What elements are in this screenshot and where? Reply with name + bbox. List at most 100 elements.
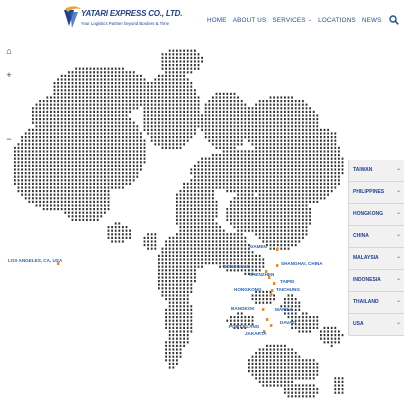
map-dot bbox=[107, 190, 110, 193]
map-dot bbox=[284, 110, 286, 113]
map-dot bbox=[172, 71, 175, 74]
location-marker[interactable] bbox=[270, 324, 273, 327]
map-dot bbox=[154, 139, 157, 142]
map-dot bbox=[305, 164, 308, 167]
map-dot bbox=[330, 344, 333, 347]
map-dot bbox=[39, 204, 41, 207]
map-home-icon[interactable]: ⌂ bbox=[4, 46, 14, 56]
map-dot bbox=[251, 161, 254, 164]
map-dot bbox=[114, 107, 117, 110]
map-dot bbox=[269, 208, 272, 211]
map-dot bbox=[226, 157, 229, 160]
map-dot bbox=[222, 179, 225, 182]
map-dot bbox=[60, 92, 63, 95]
country-item-taiwan[interactable]: TAIWAN ⌄ bbox=[349, 160, 404, 182]
map-dot bbox=[226, 182, 229, 185]
map-dot bbox=[262, 258, 265, 261]
city-label-shanghai[interactable]: SHANGHAI, CHINA bbox=[281, 261, 323, 266]
city-label-taichung[interactable]: TAICHUNG bbox=[276, 287, 300, 292]
map-dot bbox=[129, 128, 131, 131]
nav-locations[interactable]: LOCATIONS bbox=[318, 17, 356, 24]
location-marker[interactable] bbox=[276, 264, 279, 267]
map-dot bbox=[100, 82, 103, 85]
zoom-in-button[interactable]: + bbox=[4, 70, 14, 80]
nav-about-us[interactable]: ABOUT US bbox=[233, 17, 267, 24]
map-dot bbox=[35, 121, 38, 124]
nav-services[interactable]: SERVICES ⌄ bbox=[272, 17, 312, 24]
map-dot bbox=[57, 179, 59, 182]
country-item-usa[interactable]: USA ⌄ bbox=[349, 314, 404, 336]
company-logo[interactable]: YATARI EXPRESS CO., LTD. Your Logistics … bbox=[62, 6, 182, 32]
map-dot bbox=[129, 164, 131, 167]
map-dot bbox=[78, 193, 81, 196]
city-label-manila[interactable]: MANILA bbox=[275, 307, 293, 312]
country-item-philippines[interactable]: PHILIPPINES ⌄ bbox=[349, 182, 404, 204]
location-marker[interactable] bbox=[273, 282, 276, 285]
location-marker[interactable] bbox=[266, 318, 269, 321]
nav-news[interactable]: NEWS bbox=[362, 17, 382, 24]
location-marker[interactable] bbox=[262, 308, 265, 311]
map-dot bbox=[219, 125, 221, 128]
map-dot bbox=[204, 211, 207, 214]
map-dot bbox=[168, 78, 171, 81]
map-dot bbox=[50, 114, 52, 117]
map-dot bbox=[219, 226, 221, 229]
map-dot bbox=[287, 182, 290, 185]
map-dot bbox=[172, 258, 175, 261]
map-dot bbox=[53, 175, 56, 178]
map-dot bbox=[233, 121, 236, 124]
map-dot bbox=[327, 193, 329, 196]
map-dot bbox=[172, 240, 175, 243]
map-dot bbox=[305, 208, 308, 211]
map-dot bbox=[28, 172, 31, 175]
zoom-out-button[interactable]: − bbox=[4, 134, 14, 144]
map-dot bbox=[176, 272, 178, 275]
city-label-davao[interactable]: DAVAO bbox=[280, 320, 296, 325]
map-dot bbox=[179, 323, 182, 326]
map-dot bbox=[309, 316, 311, 319]
map-dot bbox=[258, 359, 261, 362]
map-dot bbox=[75, 215, 77, 218]
city-label-dongguan[interactable]: DONGGUAN bbox=[223, 264, 250, 269]
city-label-taipei[interactable]: TAIPEI bbox=[280, 279, 294, 284]
map-dot bbox=[78, 74, 81, 77]
city-label-hongkong[interactable]: HONGKONG bbox=[234, 287, 262, 292]
country-item-china[interactable]: CHINA ⌄ bbox=[349, 226, 404, 248]
map-dot bbox=[226, 154, 229, 157]
map-dot bbox=[161, 118, 164, 121]
city-label-port-klang[interactable]: PORT KLANG bbox=[229, 324, 259, 329]
country-item-malaysia[interactable]: MALAYSIA ⌄ bbox=[349, 248, 404, 270]
city-label-shenzhen[interactable]: SHENZHEN bbox=[249, 272, 274, 277]
map-dot bbox=[14, 182, 16, 185]
map-dot bbox=[104, 110, 106, 113]
country-item-thailand[interactable]: THAILAND ⌄ bbox=[349, 292, 404, 314]
search-icon[interactable] bbox=[388, 15, 399, 25]
map-dot bbox=[287, 366, 290, 369]
country-item-hongkong[interactable]: HONGKONG ⌄ bbox=[349, 204, 404, 226]
city-label-los-angeles[interactable]: LOS ANGELES, CA, USA bbox=[8, 258, 62, 263]
map-dot bbox=[251, 254, 254, 257]
map-dot bbox=[179, 312, 182, 315]
map-dot bbox=[129, 182, 131, 185]
map-dot bbox=[176, 139, 178, 142]
city-label-bangkok[interactable]: BANGKOK bbox=[231, 306, 255, 311]
city-label-jakarta[interactable]: JAKARTA bbox=[245, 331, 267, 336]
map-dot bbox=[255, 298, 257, 301]
map-dot bbox=[190, 305, 193, 308]
location-marker[interactable] bbox=[270, 293, 273, 296]
map-dot bbox=[230, 100, 232, 103]
map-dot bbox=[312, 316, 315, 319]
city-label-xiamen[interactable]: XIAMEN bbox=[249, 244, 267, 249]
country-item-indonesia[interactable]: INDONESIA ⌄ bbox=[349, 270, 404, 292]
nav-home[interactable]: HOME bbox=[207, 17, 227, 24]
location-marker[interactable] bbox=[271, 289, 274, 292]
map-dot bbox=[68, 197, 70, 200]
map-dot bbox=[46, 125, 49, 128]
map-dot bbox=[122, 226, 124, 229]
map-dot bbox=[266, 132, 268, 135]
map-dot bbox=[323, 161, 326, 164]
location-marker[interactable] bbox=[276, 248, 279, 251]
map-dot bbox=[53, 85, 56, 88]
map-dot bbox=[122, 164, 124, 167]
map-dot bbox=[172, 64, 175, 67]
